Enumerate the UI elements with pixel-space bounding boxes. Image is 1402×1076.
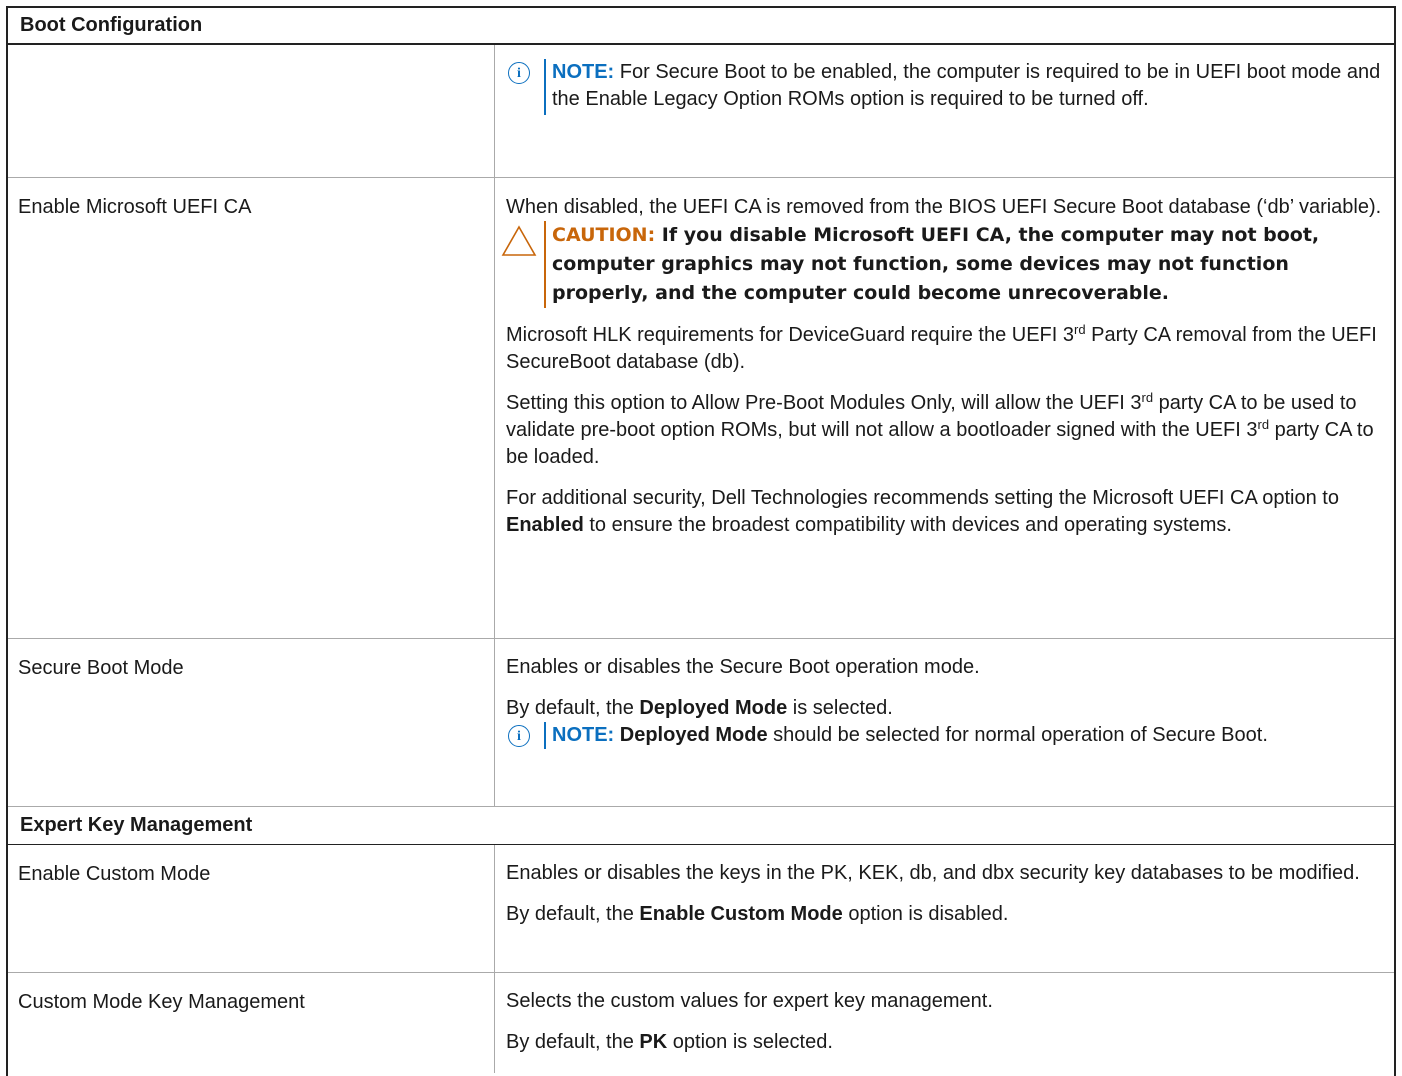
caution-label: CAUTION: xyxy=(552,224,656,246)
section-header-expert-key-management: Expert Key Management xyxy=(8,807,1394,845)
settings-table: Boot Configuration i NOTE: For Secure Bo… xyxy=(6,6,1396,1076)
caution-text: If you disable Microsoft UEFI CA, the co… xyxy=(552,224,1320,304)
section-title: Boot Configuration xyxy=(20,14,203,36)
table-row-secure-boot-note: i NOTE: For Secure Boot to be enabled, t… xyxy=(8,45,1394,178)
note-bold: Deployed Mode xyxy=(614,724,768,746)
setting-name: Secure Boot Mode xyxy=(18,657,184,679)
section-title: Expert Key Management xyxy=(20,814,253,836)
description-text: Enables or disables the keys in the PK, … xyxy=(506,862,1360,884)
description-text: Setting this option to Allow Pre-Boot Mo… xyxy=(506,390,1374,468)
note-text: For Secure Boot to be enabled, the compu… xyxy=(552,61,1381,110)
setting-description: When disabled, the UEFI CA is removed fr… xyxy=(494,178,1394,638)
table-row-enable-custom-mode: Enable Custom Mode Enables or disables t… xyxy=(8,845,1394,973)
section-header-boot-configuration: Boot Configuration xyxy=(8,8,1394,45)
table-row-custom-mode-key-management: Custom Mode Key Management Selects the c… xyxy=(8,973,1394,1073)
setting-description: Enables or disables the Secure Boot oper… xyxy=(494,639,1394,806)
setting-name: Custom Mode Key Management xyxy=(18,991,305,1013)
description-text: For additional security, Dell Technologi… xyxy=(506,487,1339,536)
description-text: Selects the custom values for expert key… xyxy=(506,990,993,1012)
setting-name: Enable Microsoft UEFI CA xyxy=(18,196,252,218)
setting-name-empty xyxy=(8,45,494,177)
note-text: should be selected for normal operation … xyxy=(767,724,1268,746)
table-row-secure-boot-mode: Secure Boot Mode Enables or disables the… xyxy=(8,639,1394,807)
note-callout: i NOTE: For Secure Boot to be enabled, t… xyxy=(506,59,1392,115)
setting-name: Enable Custom Mode xyxy=(18,863,211,885)
setting-description: i NOTE: For Secure Boot to be enabled, t… xyxy=(494,45,1402,177)
description-text: When disabled, the UEFI CA is removed fr… xyxy=(506,196,1382,218)
warning-triangle-icon xyxy=(501,225,537,256)
note-callout: i NOTE: Deployed Mode should be selected… xyxy=(506,722,1384,749)
default-text: By default, the Deployed Mode is selecte… xyxy=(506,697,893,719)
setting-description: Selects the custom values for expert key… xyxy=(494,973,1394,1073)
default-text: By default, the PK option is selected. xyxy=(506,1031,833,1053)
info-circle-icon: i xyxy=(508,725,530,747)
info-circle-icon: i xyxy=(508,62,530,84)
note-label: NOTE: xyxy=(552,724,615,746)
default-text: By default, the Enable Custom Mode optio… xyxy=(506,903,1009,925)
description-text: Enables or disables the Secure Boot oper… xyxy=(506,656,980,678)
setting-description: Enables or disables the keys in the PK, … xyxy=(494,845,1394,972)
table-row-enable-microsoft-uefi-ca: Enable Microsoft UEFI CA When disabled, … xyxy=(8,178,1394,639)
description-text: Microsoft HLK requirements for DeviceGua… xyxy=(506,322,1377,373)
caution-callout: CAUTION: If you disable Microsoft UEFI C… xyxy=(501,221,1384,308)
note-label: NOTE: xyxy=(552,61,615,83)
